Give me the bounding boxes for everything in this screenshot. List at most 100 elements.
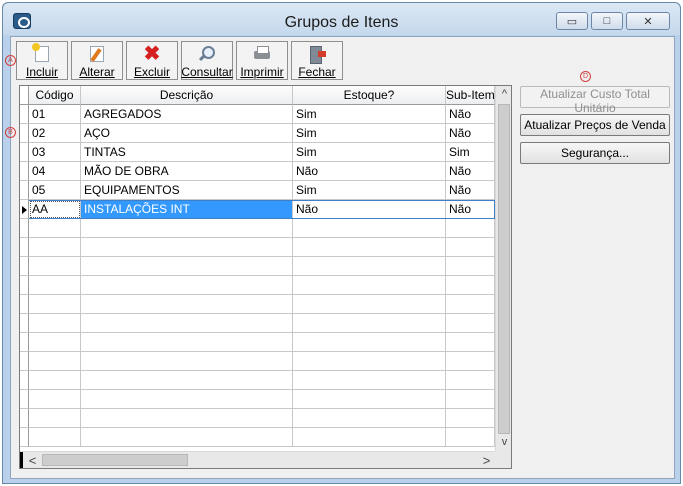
empty-row[interactable] xyxy=(20,371,495,390)
subitem-cell[interactable] xyxy=(446,295,495,314)
estoque-cell[interactable] xyxy=(293,314,446,333)
descricao-cell[interactable] xyxy=(81,257,293,276)
codigo-cell[interactable] xyxy=(29,409,81,428)
codigo-cell[interactable] xyxy=(29,314,81,333)
scroll-left-icon[interactable]: < xyxy=(24,452,41,468)
estoque-cell[interactable] xyxy=(293,409,446,428)
descricao-cell[interactable]: AGREGADOS xyxy=(81,105,293,124)
scroll-up-icon[interactable]: ^ xyxy=(496,86,511,103)
codigo-cell[interactable] xyxy=(29,371,81,390)
row-indicator[interactable] xyxy=(20,219,29,238)
subitem-cell[interactable] xyxy=(446,352,495,371)
column-header-descricao[interactable]: Descrição xyxy=(81,86,293,105)
codigo-cell[interactable] xyxy=(29,238,81,257)
codigo-cell[interactable] xyxy=(29,428,81,447)
row-indicator[interactable] xyxy=(20,124,29,143)
estoque-cell[interactable]: Sim xyxy=(293,124,446,143)
table-row[interactable]: AA INSTALAÇÕES INT Não Não xyxy=(20,200,495,219)
codigo-cell[interactable] xyxy=(29,219,81,238)
codigo-cell[interactable] xyxy=(29,390,81,409)
incluir-button[interactable]: Incluir xyxy=(16,41,68,80)
row-indicator[interactable] xyxy=(20,238,29,257)
estoque-cell[interactable] xyxy=(293,276,446,295)
descricao-cell[interactable] xyxy=(81,409,293,428)
column-header-estoque[interactable]: Estoque? xyxy=(293,86,446,105)
imprimir-button[interactable]: Imprimir xyxy=(236,41,288,80)
estoque-cell[interactable] xyxy=(293,352,446,371)
alterar-button[interactable]: Alterar xyxy=(71,41,123,80)
column-header-codigo[interactable]: Código xyxy=(29,86,81,105)
codigo-cell[interactable] xyxy=(29,257,81,276)
atualizar-precos-button[interactable]: Atualizar Preços de Venda xyxy=(520,114,670,136)
empty-row[interactable] xyxy=(20,314,495,333)
codigo-cell[interactable]: 03 xyxy=(29,143,81,162)
subitem-cell[interactable]: Não xyxy=(446,200,495,219)
row-indicator[interactable] xyxy=(20,409,29,428)
codigo-cell[interactable] xyxy=(29,276,81,295)
estoque-cell[interactable]: Sim xyxy=(293,181,446,200)
empty-row[interactable] xyxy=(20,219,495,238)
descricao-cell[interactable]: MÃO DE OBRA xyxy=(81,162,293,181)
row-indicator[interactable] xyxy=(20,333,29,352)
empty-row[interactable] xyxy=(20,333,495,352)
table-row[interactable]: 01 AGREGADOS Sim Não xyxy=(20,105,495,124)
empty-row[interactable] xyxy=(20,295,495,314)
estoque-cell[interactable] xyxy=(293,219,446,238)
descricao-cell[interactable]: EQUIPAMENTOS xyxy=(81,181,293,200)
empty-row[interactable] xyxy=(20,409,495,428)
subitem-cell[interactable] xyxy=(446,276,495,295)
descricao-cell[interactable] xyxy=(81,314,293,333)
table-row[interactable]: 02 AÇO Sim Não xyxy=(20,124,495,143)
subitem-cell[interactable] xyxy=(446,257,495,276)
empty-row[interactable] xyxy=(20,390,495,409)
subitem-cell[interactable]: Não xyxy=(446,105,495,124)
descricao-cell[interactable]: INSTALAÇÕES INT xyxy=(81,200,293,219)
fechar-button[interactable]: Fechar xyxy=(291,41,343,80)
codigo-cell[interactable]: 04 xyxy=(29,162,81,181)
row-indicator[interactable] xyxy=(20,105,29,124)
descricao-cell[interactable] xyxy=(81,238,293,257)
table-row[interactable]: 04 MÃO DE OBRA Não Não xyxy=(20,162,495,181)
empty-row[interactable] xyxy=(20,257,495,276)
subitem-cell[interactable] xyxy=(446,409,495,428)
estoque-cell[interactable] xyxy=(293,333,446,352)
horizontal-scrollbar[interactable]: < > xyxy=(20,451,495,468)
row-indicator[interactable] xyxy=(20,295,29,314)
atualizar-custo-button[interactable]: Atualizar Custo Total Unitário xyxy=(520,86,670,115)
estoque-cell[interactable]: Não xyxy=(293,162,446,181)
empty-row[interactable] xyxy=(20,428,495,447)
consultar-button[interactable]: Consultar xyxy=(181,41,233,80)
subitem-cell[interactable]: Não xyxy=(446,124,495,143)
minimize-button[interactable]: ▭ xyxy=(556,12,588,30)
subitem-cell[interactable] xyxy=(446,428,495,447)
row-indicator[interactable] xyxy=(20,352,29,371)
codigo-cell[interactable] xyxy=(29,333,81,352)
table-row[interactable]: 05 EQUIPAMENTOS Sim Não xyxy=(20,181,495,200)
seguranca-button[interactable]: Segurança... xyxy=(520,142,670,164)
estoque-cell[interactable] xyxy=(293,428,446,447)
maximize-button[interactable]: □ xyxy=(591,12,623,30)
subitem-cell[interactable]: Não xyxy=(446,162,495,181)
row-indicator[interactable] xyxy=(20,143,29,162)
codigo-cell[interactable] xyxy=(29,352,81,371)
row-indicator[interactable] xyxy=(20,390,29,409)
subitem-cell[interactable] xyxy=(446,219,495,238)
estoque-cell[interactable]: Sim xyxy=(293,105,446,124)
excluir-button[interactable]: ✖ Excluir xyxy=(126,41,178,80)
descricao-cell[interactable] xyxy=(81,352,293,371)
table-row[interactable]: 03 TINTAS Sim Sim xyxy=(20,143,495,162)
codigo-cell[interactable]: 01 xyxy=(29,105,81,124)
subitem-cell[interactable]: Não xyxy=(446,181,495,200)
descricao-cell[interactable] xyxy=(81,371,293,390)
row-indicator[interactable] xyxy=(20,428,29,447)
descricao-cell[interactable]: TINTAS xyxy=(81,143,293,162)
vertical-scrollbar[interactable]: ^ v xyxy=(495,86,511,451)
estoque-cell[interactable] xyxy=(293,238,446,257)
estoque-cell[interactable] xyxy=(293,371,446,390)
codigo-cell[interactable]: 02 xyxy=(29,124,81,143)
estoque-cell[interactable] xyxy=(293,390,446,409)
codigo-cell[interactable]: AA xyxy=(29,200,81,219)
close-button[interactable]: ✕ xyxy=(626,12,670,30)
descricao-cell[interactable] xyxy=(81,295,293,314)
row-indicator[interactable] xyxy=(20,257,29,276)
